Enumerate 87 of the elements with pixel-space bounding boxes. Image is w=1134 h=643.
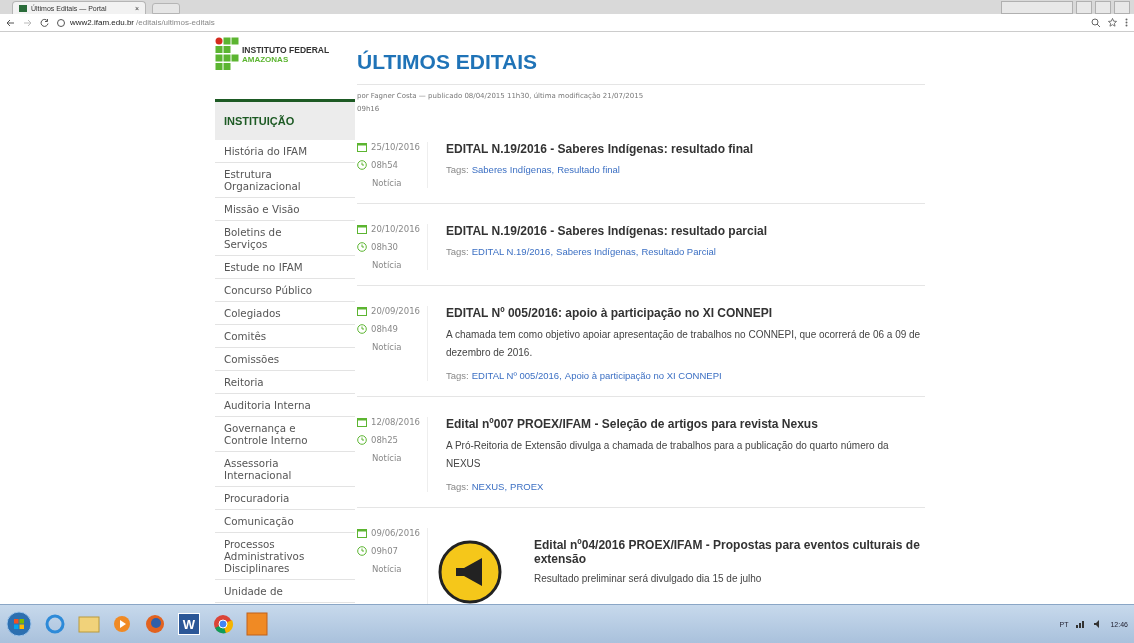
back-icon[interactable] [6,18,15,27]
calendar-icon [357,417,367,427]
sidebar-link[interactable]: Governança e Controle Interno [215,417,355,452]
play-icon[interactable] [112,614,132,634]
entry-title[interactable]: EDITAL N.19/2016 - Saberes Indígenas: resultado final [446,142,925,156]
megaphone-image [438,540,502,604]
clock-icon [357,160,367,170]
entry-time: 08h25 [371,435,399,445]
page-title: ÚLTIMOS EDITAIS [357,49,539,75]
tag-link[interactable]: Resultado final [557,164,620,175]
reload-icon[interactable] [40,18,49,27]
word-icon[interactable]: W [178,613,200,635]
forward-icon[interactable] [23,18,32,27]
network-icon[interactable] [1076,620,1087,628]
sidebar-link[interactable]: Processos Administrativos Disciplinares [215,533,355,580]
logo-subtitle: AMAZONAS [242,54,290,64]
calendar-icon [357,306,367,316]
info-icon [57,18,65,27]
logo-title: INSTITUTO FEDERAL [242,44,330,55]
logo-icon [215,37,239,71]
start-button[interactable] [6,611,32,637]
clock-icon [357,242,367,252]
globe-icon[interactable] [144,613,166,635]
tag-link[interactable]: EDITAL Nº 005/2016, [471,370,562,381]
sidebar-link[interactable]: Unidade de [215,580,355,603]
calendar-icon [357,224,367,234]
entry-type: Notícia [371,260,403,270]
sidebar-link[interactable]: Estrutura Organizacional [215,163,355,198]
entry-date: 25/10/2016 [371,142,420,152]
sidebar-heading: INSTITUIÇÃO [215,99,355,140]
tag-link[interactable]: Apoio à participação no XI CONNEPI [564,370,722,381]
new-tab-button[interactable] [152,3,180,14]
menu-icon[interactable] [1125,18,1128,27]
tags-label: Tags: [446,164,469,175]
sidebar-link[interactable]: Procuradoria [215,487,355,510]
sidebar-link[interactable]: Comissões [215,348,355,371]
tags-label: Tags: [446,481,469,492]
entry-title[interactable]: Edital nº007 PROEX/IFAM - Seleção de artigos para revista Nexus [446,417,925,431]
url-path: /editais/ultimos-editais [136,18,215,27]
tags-label: Tags: [446,246,469,257]
clock-icon [357,435,367,445]
entry-time: 08h30 [371,242,399,252]
entry-date: 12/08/2016 [371,417,420,427]
sidebar-link[interactable]: Assessoria Internacional [215,452,355,487]
calendar-icon [357,142,367,152]
site-favicon [19,4,27,12]
star-icon[interactable] [1108,18,1117,27]
sidebar-link[interactable]: Colegiados [215,302,355,325]
entry-type: Notícia [371,342,403,352]
sidebar-link[interactable]: Reitoria [215,371,355,394]
clock-icon [357,324,367,334]
entry-time: 08h54 [371,160,399,170]
tag-link[interactable]: Saberes Indígenas, [471,164,555,175]
entry-type: Notícia [371,178,403,188]
sidebar-link[interactable]: Estude no IFAM [215,256,355,279]
entry-description: A chamada tem como objetivo apoiar apresentação de trabalhos no CONNEPI, que ocorrerá de 06 a 09 de dezembro de 2016. [446,328,922,360]
sidebar-link[interactable]: Comunicação [215,510,355,533]
sidebar-link[interactable]: Auditoria Interna [215,394,355,417]
entry-date: 20/10/2016 [371,224,420,234]
tag-link[interactable]: Saberes Indígenas, [556,246,639,257]
entry-date: 20/09/2016 [371,306,420,316]
sidebar-link[interactable]: Concurso Público [215,279,355,302]
tags-label: Tags: [446,370,469,381]
entry-time: 09h07 [371,546,399,556]
calendar-icon [357,528,367,538]
entry-time: 08h49 [371,324,399,334]
entry-date: 09/06/2016 [371,528,420,538]
entry-description: A Pró-Reitoria de Extensão divulga a chamada de trabalhos para a publicação do quarto número da NEXUS [446,439,890,471]
entry-type: Notícia [371,453,403,463]
entry-type: Notícia [371,564,403,574]
entry-title[interactable]: Edital nº04/2016 PROEX/IFAM - Propostas para eventos culturais de extensão [534,538,925,566]
entry-title[interactable]: EDITAL Nº 005/2016: apoio à participação no XI CONNEPI [446,306,925,320]
address-bar[interactable]: www2.ifam.edu.br /editais/ultimos-editais [57,18,1083,27]
tag-link[interactable]: PROEX [510,481,544,492]
entry-title[interactable]: EDITAL N.19/2016 - Saberes Indígenas: resultado parcial [446,224,925,238]
url-host: www2.ifam.edu.br [70,18,135,27]
zoom-icon[interactable] [1091,18,1100,27]
tag-link[interactable]: Resultado Parcial [641,246,716,257]
tag-link[interactable]: NEXUS, [471,481,508,492]
clock-icon [357,546,367,556]
tag-link[interactable]: EDITAL N.19/2016, [471,246,554,257]
sidebar-link[interactable]: Comitês [215,325,355,348]
sidebar-link[interactable]: Missão e Visão [215,198,355,221]
sidebar-link[interactable]: Boletins de Serviços [215,221,355,256]
chrome-icon[interactable] [212,613,234,635]
sidebar-link[interactable]: História do IFAM [215,140,355,163]
entry-description: Resultado preliminar será divulgado dia 15 de julho [534,572,763,586]
